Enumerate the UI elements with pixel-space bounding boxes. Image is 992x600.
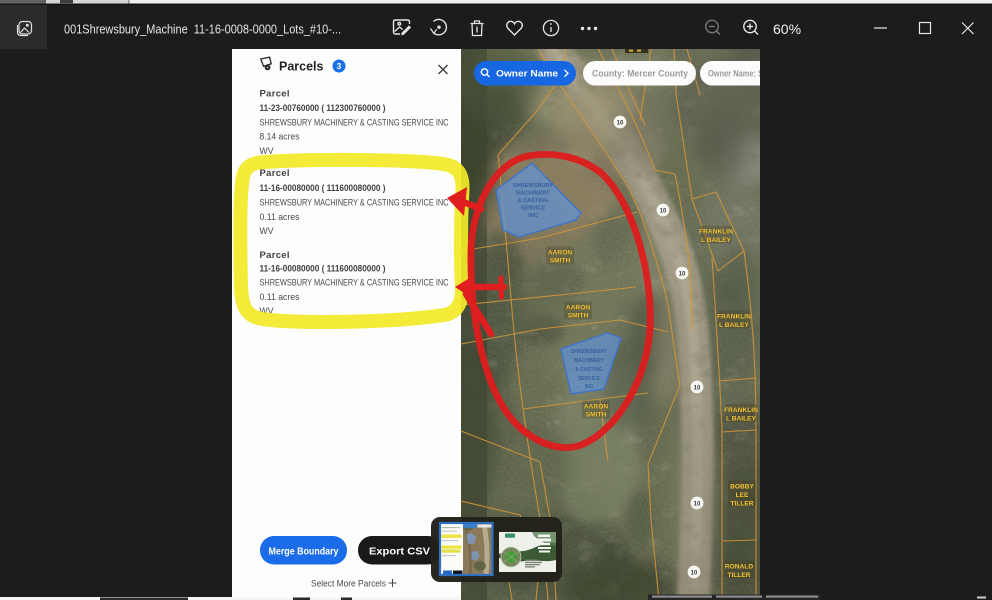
svg-text:Merge Boundary: Merge Boundary	[269, 546, 339, 558]
svg-text:Owner Name: S: Owner Name: S	[708, 69, 763, 80]
svg-text:SMITH: SMITH	[586, 412, 607, 419]
svg-text:L BAILEY: L BAILEY	[701, 237, 732, 244]
svg-text:INC: INC	[585, 384, 594, 390]
svg-text:SHREWSBURY MACHINERY & CASTING: SHREWSBURY MACHINERY & CASTING SERVICE I…	[260, 278, 449, 289]
svg-text:AARON: AARON	[584, 404, 608, 411]
svg-text:SHREWSBURY MACHINERY & CASTING: SHREWSBURY MACHINERY & CASTING SERVICE I…	[260, 198, 449, 209]
svg-text:10: 10	[679, 271, 686, 277]
svg-text:10: 10	[694, 385, 701, 391]
svg-text:11-16-00080000 ( 111600080000: 11-16-00080000 ( 111600080000 )	[260, 183, 386, 194]
svg-text:TILLER: TILLER	[727, 572, 750, 579]
svg-text:Select More Parcels: Select More Parcels	[311, 579, 386, 590]
svg-text:MACHINERY: MACHINERY	[574, 358, 605, 364]
svg-text:RONALD: RONALD	[725, 564, 753, 571]
svg-text:Parcel: Parcel	[260, 89, 290, 100]
svg-text:TILLER: TILLER	[730, 501, 753, 508]
svg-text:SHREWSBURY MACHINERY & CASTING: SHREWSBURY MACHINERY & CASTING SERVICE I…	[260, 118, 449, 129]
svg-text:11-16-00080000 ( 111600080000: 11-16-00080000 ( 111600080000 )	[260, 264, 386, 275]
svg-text:L BAILEY: L BAILEY	[726, 416, 757, 423]
svg-text:County: Mercer County: County: Mercer County	[592, 69, 689, 80]
svg-text:SERVICE: SERVICE	[578, 376, 601, 382]
svg-text:LEE: LEE	[736, 492, 749, 499]
svg-text:INC: INC	[528, 213, 538, 219]
svg-text:001Shrewsbury_Machine 11-16-0: 001Shrewsbury_Machine 11-16-0008-0000_Lo…	[64, 23, 341, 37]
svg-text:SMITH: SMITH	[568, 313, 589, 320]
svg-text:0.11 acres: 0.11 acres	[260, 212, 300, 223]
svg-text:Parcel: Parcel	[260, 168, 290, 179]
svg-text:FRANKLIN: FRANKLIN	[724, 407, 758, 414]
svg-text:L BAILEY: L BAILEY	[719, 322, 750, 329]
svg-text:0.11 acres: 0.11 acres	[260, 292, 300, 303]
svg-text:SMITH: SMITH	[550, 258, 571, 265]
svg-text:Export CSV: Export CSV	[369, 546, 430, 558]
svg-text:& CASTING: & CASTING	[518, 198, 549, 204]
svg-text:SHREWSBURY: SHREWSBURY	[513, 183, 553, 189]
svg-text:AARON: AARON	[548, 250, 572, 257]
svg-text:10: 10	[660, 208, 667, 214]
svg-text:Owner Name: Owner Name	[496, 69, 558, 80]
svg-text:10: 10	[617, 120, 624, 126]
svg-text:WV: WV	[260, 226, 275, 237]
svg-text:11-23-00760000 ( 112300760000: 11-23-00760000 ( 112300760000 )	[260, 103, 386, 114]
svg-text:AARON: AARON	[566, 305, 590, 312]
svg-text:BOBBY: BOBBY	[730, 484, 754, 491]
svg-text:8.14 acres: 8.14 acres	[260, 132, 300, 143]
svg-text:10: 10	[691, 570, 698, 576]
svg-text:FRANKLIN: FRANKLIN	[717, 314, 751, 321]
svg-text:FRANKLIN: FRANKLIN	[699, 229, 733, 236]
svg-text:& CASTING: & CASTING	[575, 367, 603, 373]
svg-text:Parcels: Parcels	[279, 60, 324, 74]
svg-text:3: 3	[337, 61, 342, 71]
svg-text:SHREWSBURY: SHREWSBURY	[571, 349, 608, 355]
svg-text:60%: 60%	[773, 21, 801, 37]
svg-text:MACHINERY: MACHINERY	[516, 191, 550, 197]
svg-text:Parcel: Parcel	[260, 250, 290, 261]
svg-text:SERVICE: SERVICE	[521, 206, 546, 212]
svg-text:10: 10	[694, 501, 701, 507]
